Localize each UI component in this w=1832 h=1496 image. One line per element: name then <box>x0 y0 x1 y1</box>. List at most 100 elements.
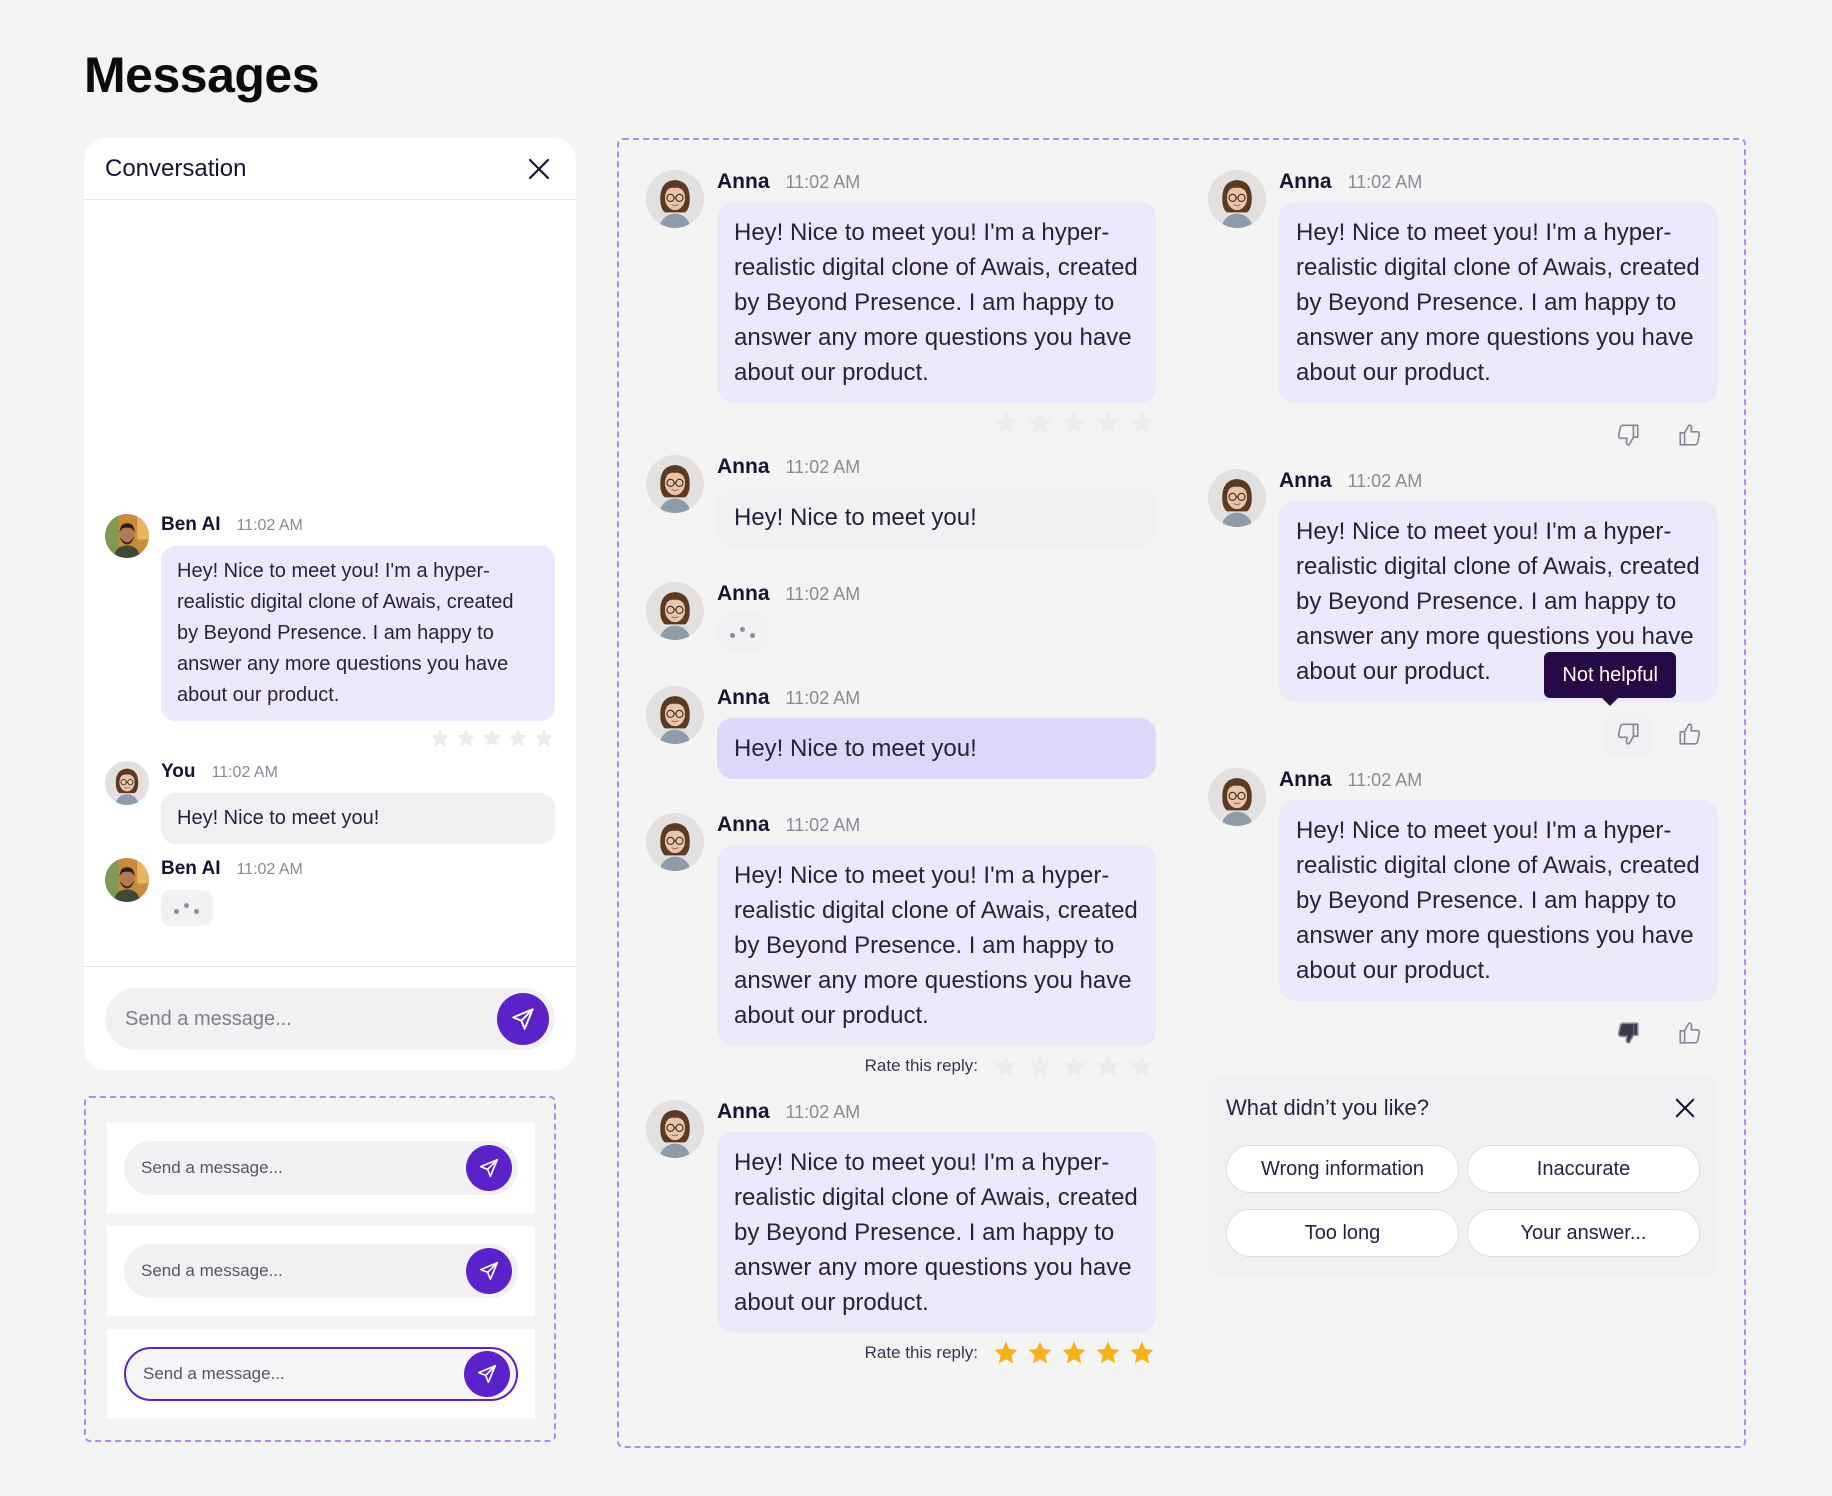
thumbs-down-button[interactable]: Not helpful <box>1544 652 1676 756</box>
send-button[interactable] <box>466 1248 512 1294</box>
message-input-placeholder: Send a message... <box>125 1007 292 1030</box>
message-bubble: Hey! Nice to meet you! I'm a hyper-reali… <box>161 546 555 721</box>
timestamp: 11:02 AM <box>785 1102 861 1122</box>
message-input-placeholder: Send a message... <box>141 1158 283 1177</box>
thumbs-down-button[interactable] <box>1606 1011 1650 1055</box>
message: Anna 11:02 AM Hey! Nice to meet you! I'm… <box>646 1100 1156 1367</box>
message: Anna 11:02 AM Hey! Nice to meet you! I'm… <box>1208 768 1718 1055</box>
sender-name: Ben AI <box>161 514 221 535</box>
message-input[interactable]: Send a message... <box>124 1347 518 1401</box>
feedback-buttons: Not helpful <box>1279 652 1718 756</box>
close-icon <box>1675 1098 1695 1118</box>
message-bubble: Hey! Nice to meet you! I'm a hyper-reali… <box>1279 800 1718 1001</box>
sender-name: Anna <box>717 170 770 193</box>
timestamp: 11:02 AM <box>785 457 861 477</box>
input-variant-default: Send a message... <box>107 1123 535 1213</box>
timestamp: 11:02 AM <box>236 861 303 878</box>
timestamp: 11:02 AM <box>1347 471 1423 491</box>
thumbs-down-icon <box>1617 424 1639 446</box>
thumbs-up-button[interactable] <box>1668 413 1712 457</box>
message-bubble: Hey! Nice to meet you! I'm a hyper-reali… <box>717 202 1156 403</box>
rating-star[interactable] <box>1060 1052 1088 1080</box>
sender-name: Anna <box>717 686 770 709</box>
rating-stars[interactable]: Rate this reply: <box>717 1339 1156 1367</box>
send-button[interactable] <box>464 1351 510 1397</box>
send-button[interactable] <box>466 1145 512 1191</box>
left-message-column: Anna 11:02 AM Hey! Nice to meet you! I'm… <box>646 170 1156 1367</box>
message-meta: Ben AI 11:02 AM <box>161 858 555 884</box>
rating-stars[interactable] <box>161 727 555 749</box>
thumbs-down-icon <box>1617 1022 1639 1044</box>
rating-star[interactable] <box>429 727 451 749</box>
rating-star[interactable] <box>1128 409 1156 437</box>
rating-star[interactable] <box>992 1339 1020 1367</box>
timestamp: 11:02 AM <box>211 764 278 781</box>
feedback-buttons <box>1279 1011 1718 1055</box>
message: Anna 11:02 AM Hey! Nice to meet you! I'm… <box>1208 469 1718 756</box>
close-feedback-button[interactable] <box>1670 1093 1700 1123</box>
avatar <box>646 686 704 744</box>
rating-star[interactable] <box>1060 1339 1088 1367</box>
message-bubble: Hey! Nice to meet you! I'm a hyper-reali… <box>717 1132 1156 1333</box>
sender-name: Anna <box>717 1100 770 1123</box>
message-bubble: Hey! Nice to meet you! I'm a hyper-reali… <box>717 845 1156 1046</box>
sender-name: Anna <box>717 455 770 478</box>
rating-stars[interactable]: Rate this reply: <box>717 1052 1156 1080</box>
thumbs-down-button[interactable] <box>1606 413 1650 457</box>
feedback-option[interactable]: Your answer... <box>1467 1209 1700 1257</box>
rating-star[interactable] <box>1094 409 1122 437</box>
message-body: Anna 11:02 AM Hey! Nice to meet you! <box>717 455 1156 548</box>
message-input[interactable]: Send a message... <box>124 1141 518 1195</box>
feedback-option[interactable]: Wrong information <box>1226 1145 1459 1193</box>
feedback-option[interactable]: Inaccurate <box>1467 1145 1700 1193</box>
avatar <box>105 858 149 902</box>
rating-star[interactable] <box>992 1052 1020 1080</box>
rating-star[interactable] <box>507 727 529 749</box>
input-variant-hover: Send a message... <box>107 1226 535 1316</box>
message: Anna 11:02 AM Hey! Nice to meet you! <box>646 686 1156 779</box>
rating-star[interactable] <box>1026 1052 1054 1080</box>
message-body: Anna 11:02 AM <box>717 582 1156 650</box>
rating-star[interactable] <box>533 727 555 749</box>
input-variant-focused: Send a message... <box>107 1329 535 1419</box>
message-input-placeholder: Send a message... <box>141 1261 283 1280</box>
sender-name: Anna <box>1279 469 1332 492</box>
thumbs-up-button[interactable] <box>1668 1011 1712 1055</box>
rating-stars[interactable] <box>717 409 1156 437</box>
message: Anna 11:02 AM Hey! Nice to meet you! I'm… <box>646 813 1156 1080</box>
message-bubble: Hey! Nice to meet you! <box>717 718 1156 779</box>
message-meta: Anna 11:02 AM <box>1279 469 1718 495</box>
message-meta: Anna 11:02 AM <box>717 582 1156 608</box>
feedback-header: What didn’t you like? <box>1226 1093 1700 1123</box>
message-body: You 11:02 AM Hey! Nice to meet you! <box>161 761 555 844</box>
close-conversation-button[interactable] <box>524 154 554 184</box>
message-input[interactable]: Send a message... <box>105 988 555 1050</box>
sender-name: Anna <box>717 582 770 605</box>
conversation-panel: Conversation Ben AI 11:02 AM Hey! Nice t… <box>84 138 576 1070</box>
send-button[interactable] <box>497 993 549 1045</box>
message-meta: Anna 11:02 AM <box>717 170 1156 196</box>
timestamp: 11:02 AM <box>785 688 861 708</box>
message-body: Anna 11:02 AM Hey! Nice to meet you! I'm… <box>1279 170 1718 457</box>
rating-star[interactable] <box>1060 409 1088 437</box>
avatar <box>1208 170 1266 228</box>
feedback-option[interactable]: Too long <box>1226 1209 1459 1257</box>
rating-star[interactable] <box>1128 1052 1156 1080</box>
message-input[interactable]: Send a message... <box>124 1244 518 1298</box>
rating-star[interactable] <box>1094 1052 1122 1080</box>
rating-star[interactable] <box>992 409 1020 437</box>
message-bubble: Hey! Nice to meet you! <box>717 487 1156 548</box>
avatar <box>646 170 704 228</box>
rating-star[interactable] <box>1128 1339 1156 1367</box>
rating-star[interactable] <box>1026 409 1054 437</box>
avatar <box>1208 768 1266 826</box>
message: Anna 11:02 AM Hey! Nice to meet you! <box>646 455 1156 548</box>
rating-star[interactable] <box>455 727 477 749</box>
thumbs-up-button[interactable] <box>1668 712 1712 756</box>
rating-star[interactable] <box>1026 1339 1054 1367</box>
thumbs-up-icon <box>1679 1022 1701 1044</box>
rating-star[interactable] <box>1094 1339 1122 1367</box>
rating-star[interactable] <box>481 727 503 749</box>
avatar <box>646 1100 704 1158</box>
message: Ben AI 11:02 AM <box>105 858 555 926</box>
